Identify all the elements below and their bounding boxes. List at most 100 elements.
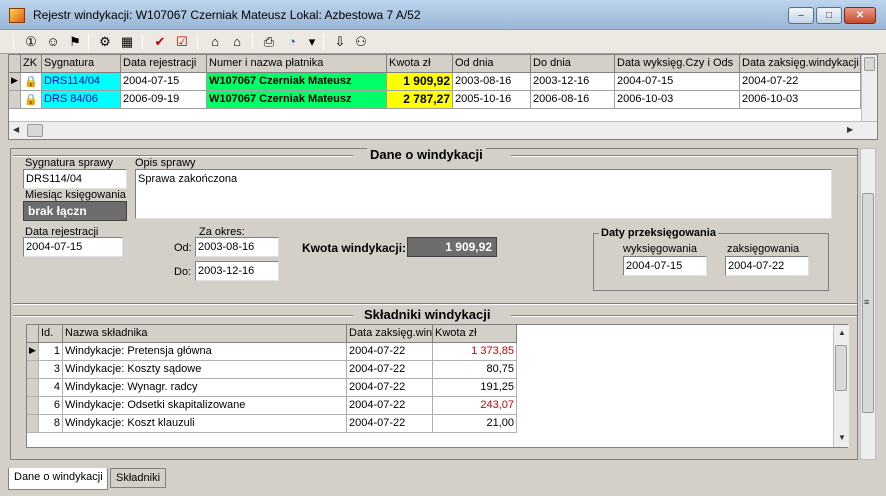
- cell-kwota[interactable]: 21,00: [433, 415, 517, 433]
- panel-vertical-scrollbar[interactable]: ≡: [860, 148, 876, 460]
- row-indicator: [27, 361, 39, 379]
- tab-skladniki[interactable]: Składniki: [110, 468, 166, 488]
- cell-nazwa[interactable]: Windykacje: Pretensja główna: [63, 343, 347, 361]
- column-header-kwota[interactable]: Kwota zł: [433, 325, 517, 343]
- export-icon[interactable]: ⇩: [331, 33, 349, 51]
- info-icon[interactable]: ①: [22, 33, 40, 51]
- splitter[interactable]: [0, 140, 886, 145]
- scroll-up-icon[interactable]: ▲: [838, 328, 846, 337]
- scroll-down-icon[interactable]: ▼: [838, 433, 846, 442]
- scroll-thumb[interactable]: [27, 124, 43, 137]
- cell-nazwa[interactable]: Windykacje: Koszt klauzuli: [63, 415, 347, 433]
- cell-kwota[interactable]: 191,25: [433, 379, 517, 397]
- scroll-thumb[interactable]: [864, 57, 875, 71]
- cell-data[interactable]: 2004-07-22: [347, 397, 433, 415]
- cell-kwota[interactable]: 1 909,92: [387, 73, 453, 91]
- divider: [511, 155, 857, 157]
- zaksiegowania-label: zaksięgowania: [727, 243, 800, 255]
- row-indicator: [27, 379, 39, 397]
- column-header-data-wyksieg[interactable]: Data wyksięg.Czy i Ods: [615, 55, 740, 73]
- cell-kwota[interactable]: 2 787,27: [387, 91, 453, 109]
- tab-dane-o-windykacji[interactable]: Dane o windykacji: [8, 468, 108, 490]
- checkbox-icon[interactable]: ☑: [173, 33, 191, 51]
- scroll-left-icon[interactable]: ◀: [13, 125, 19, 134]
- cell-od-dnia[interactable]: 2003-08-16: [453, 73, 531, 91]
- skladniki-vertical-scrollbar[interactable]: ▲ ▼: [833, 325, 849, 447]
- column-header-zk[interactable]: ZK: [21, 55, 42, 73]
- maximize-button[interactable]: □: [816, 7, 842, 24]
- close-button[interactable]: ✕: [844, 7, 876, 24]
- toolbar: ① ☺ ⚑ ⚙ ▦ ✔ ☑ ⌂ ⌂ ⎙ ◔ ▾ ⇩ ⚇: [0, 30, 886, 54]
- dropdown-icon[interactable]: ▾: [303, 33, 321, 51]
- cell-id[interactable]: 1: [39, 343, 63, 361]
- column-header-data[interactable]: Data zaksięg.win: [347, 325, 433, 343]
- cell-id[interactable]: 4: [39, 379, 63, 397]
- grid-vertical-scrollbar[interactable]: [861, 55, 877, 121]
- cell-sygnatura[interactable]: DRS114/04: [42, 73, 121, 91]
- cell-nazwa[interactable]: Windykacje: Odsetki skapitalizowane: [63, 397, 347, 415]
- divider: [511, 315, 857, 317]
- column-header-data-zaksieg[interactable]: Data zaksięg.windykacji: [740, 55, 861, 73]
- column-header-sygnatura[interactable]: Sygnatura: [42, 55, 121, 73]
- cell-kwota[interactable]: 243,07: [433, 397, 517, 415]
- zaksiegowania-field[interactable]: 2004-07-22: [725, 256, 809, 276]
- cell-id[interactable]: 8: [39, 415, 63, 433]
- grid-horizontal-scrollbar[interactable]: ◀ ▶: [9, 121, 877, 139]
- column-header-kwota[interactable]: Kwota zł: [387, 55, 453, 73]
- row-indicator: ▶: [9, 73, 21, 91]
- do-field[interactable]: 2003-12-16: [195, 261, 279, 281]
- cell-data-wyksieg[interactable]: 2004-07-15: [615, 73, 740, 91]
- column-header-od-dnia[interactable]: Od dnia: [453, 55, 531, 73]
- section-title-dane: Dane o windykacji: [367, 147, 486, 162]
- minimize-button[interactable]: –: [788, 7, 814, 24]
- chart-icon[interactable]: ◔: [283, 33, 301, 51]
- cell-data-wyksieg[interactable]: 2006-10-03: [615, 91, 740, 109]
- column-header-do-dnia[interactable]: Do dnia: [531, 55, 615, 73]
- cell-kwota[interactable]: 80,75: [433, 361, 517, 379]
- users-icon[interactable]: ☺: [44, 33, 62, 51]
- cell-nazwa[interactable]: Windykacje: Koszty sądowe: [63, 361, 347, 379]
- wyksiegowania-field[interactable]: 2004-07-15: [623, 256, 707, 276]
- cell-data[interactable]: 2004-07-22: [347, 415, 433, 433]
- scroll-thumb[interactable]: [835, 345, 847, 391]
- cell-data-zaksieg[interactable]: 2006-10-03: [740, 91, 861, 109]
- user-key-icon[interactable]: ⚇: [352, 33, 370, 51]
- print-icon[interactable]: ⎙: [260, 33, 278, 51]
- toolbar-separator: [323, 34, 324, 50]
- od-field[interactable]: 2003-08-16: [195, 237, 279, 257]
- table-row[interactable]: ▶ 🔒 DRS114/04 2004-07-15 W107067 Czernia…: [9, 73, 861, 91]
- cell-do-dnia[interactable]: 2003-12-16: [531, 73, 615, 91]
- check-icon[interactable]: ✔: [151, 33, 169, 51]
- properties-icon[interactable]: ⚙: [96, 33, 114, 51]
- grid-icon[interactable]: ▦: [118, 33, 136, 51]
- opis-textarea[interactable]: Sprawa zakończona: [135, 169, 832, 219]
- cell-data[interactable]: 2004-07-22: [347, 379, 433, 397]
- column-header-id[interactable]: Id.: [39, 325, 63, 343]
- column-header-nazwa[interactable]: Nazwa składnika: [63, 325, 347, 343]
- cell-od-dnia[interactable]: 2005-10-16: [453, 91, 531, 109]
- row-indicator-header: [27, 325, 39, 343]
- cell-sygnatura[interactable]: DRS 84/06: [42, 91, 121, 109]
- filter-icon[interactable]: ⚑: [66, 33, 84, 51]
- cell-platnik[interactable]: W107067 Czerniak Mateusz: [207, 73, 387, 91]
- cell-data-rejestracji[interactable]: 2006-09-19: [121, 91, 207, 109]
- cell-data[interactable]: 2004-07-22: [347, 361, 433, 379]
- column-header-data-rejestracji[interactable]: Data rejestracji: [121, 55, 207, 73]
- lock-icon[interactable]: ⌂: [206, 33, 224, 51]
- data-rejestracji-field[interactable]: 2004-07-15: [23, 237, 123, 257]
- cell-data-rejestracji[interactable]: 2004-07-15: [121, 73, 207, 91]
- table-row[interactable]: 🔒 DRS 84/06 2006-09-19 W107067 Czerniak …: [9, 91, 861, 109]
- cell-id[interactable]: 6: [39, 397, 63, 415]
- cell-do-dnia[interactable]: 2006-08-16: [531, 91, 615, 109]
- sygnatura-field[interactable]: DRS114/04: [23, 169, 127, 189]
- kwota-badge: 1 909,92: [407, 237, 497, 257]
- cell-data[interactable]: 2004-07-22: [347, 343, 433, 361]
- cell-kwota[interactable]: 1 373,85: [433, 343, 517, 361]
- column-header-platnik[interactable]: Numer i nazwa płatnika: [207, 55, 387, 73]
- cell-platnik[interactable]: W107067 Czerniak Mateusz: [207, 91, 387, 109]
- scroll-right-icon[interactable]: ▶: [847, 125, 853, 134]
- cell-nazwa[interactable]: Windykacje: Wynagr. radcy: [63, 379, 347, 397]
- unlock-icon[interactable]: ⌂: [228, 33, 246, 51]
- cell-id[interactable]: 3: [39, 361, 63, 379]
- cell-data-zaksieg[interactable]: 2004-07-22: [740, 73, 861, 91]
